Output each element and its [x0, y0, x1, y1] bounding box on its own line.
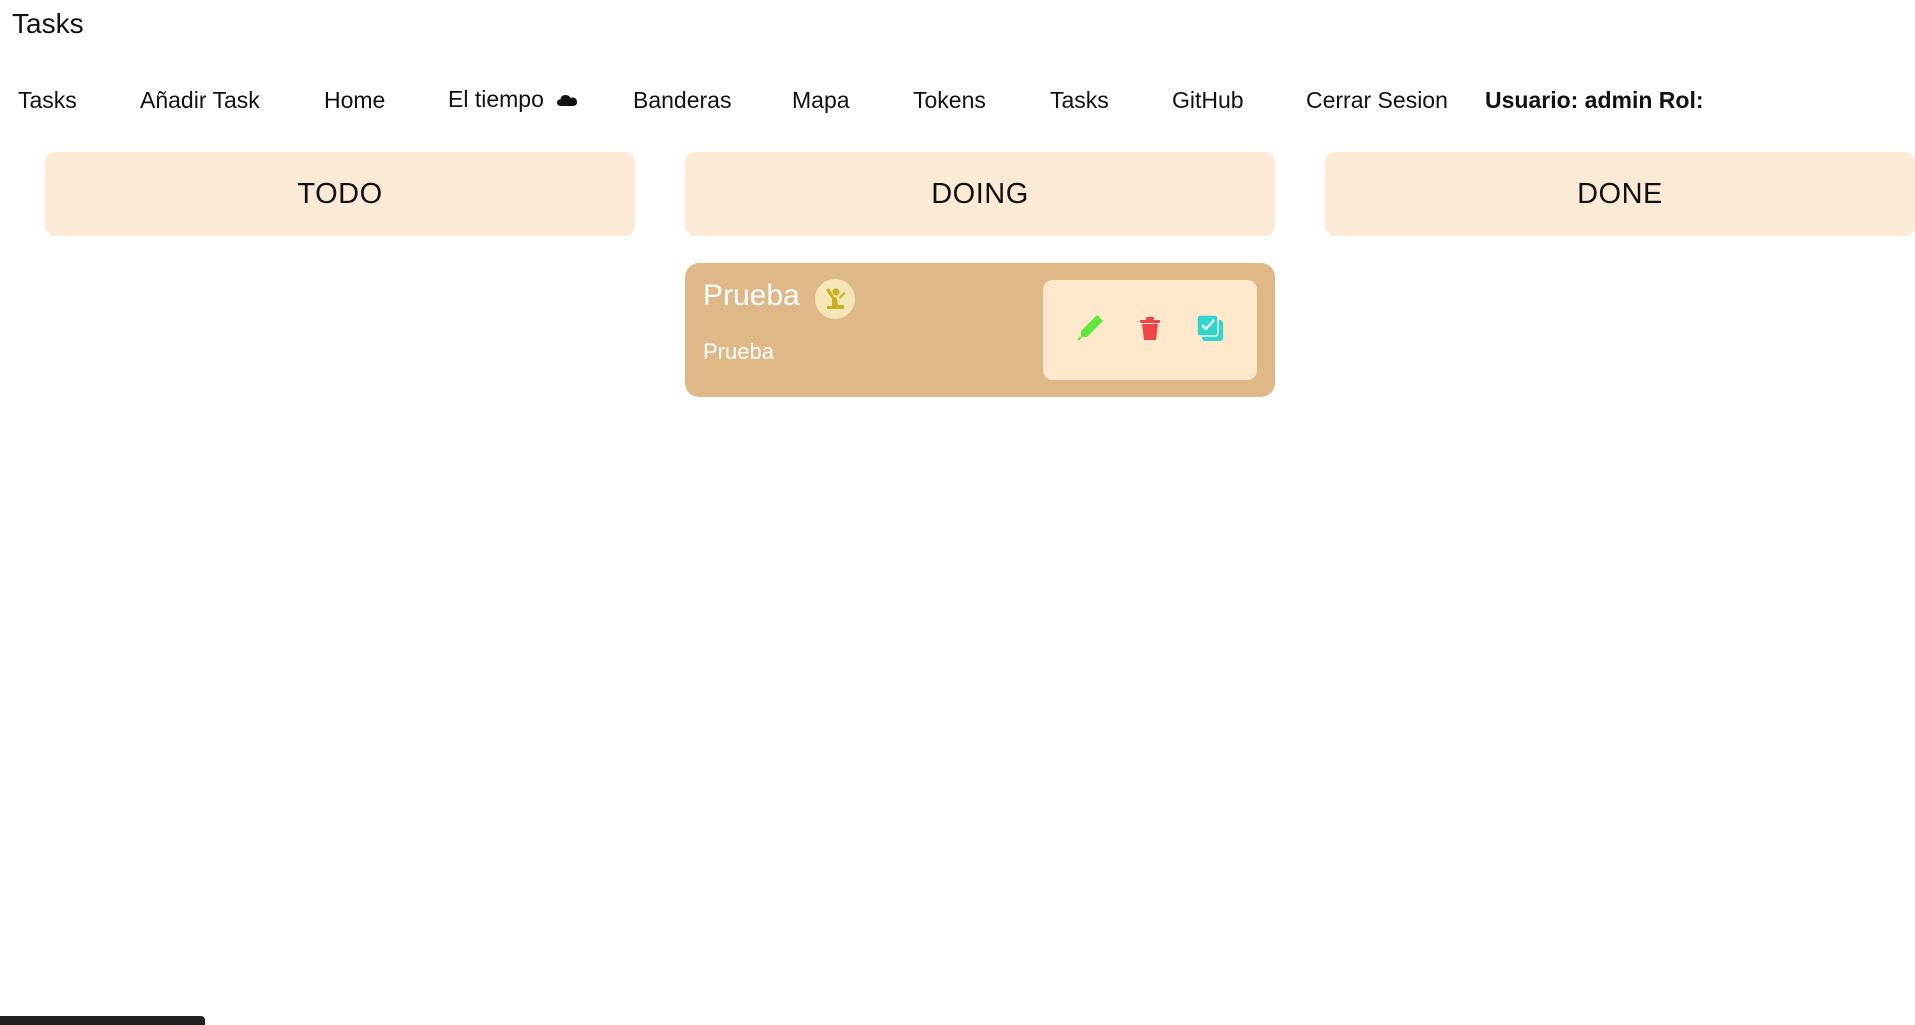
task-title: Prueba	[703, 279, 800, 312]
nav-item-weather[interactable]: El tiempo	[448, 86, 578, 114]
delete-button[interactable]	[1135, 315, 1165, 345]
person-icon	[815, 279, 855, 319]
nav-item-github[interactable]: GitHub	[1172, 87, 1244, 114]
nav-item-weather-label: El tiempo	[448, 85, 544, 112]
cloud-icon	[556, 87, 578, 114]
nav-item-add-task[interactable]: Añadir Task	[140, 87, 260, 114]
nav-item-map[interactable]: Mapa	[792, 87, 850, 114]
bottom-status-bar	[0, 1016, 205, 1025]
user-info: Usuario: admin Rol:	[1485, 86, 1704, 113]
pencil-icon	[1076, 314, 1104, 347]
column-header-doing: DOING	[685, 152, 1275, 236]
edit-button[interactable]	[1075, 314, 1105, 347]
nav-item-tasks[interactable]: Tasks	[18, 87, 77, 114]
nav-item-flags[interactable]: Banderas	[633, 87, 731, 114]
checkbox-icon	[1195, 313, 1225, 348]
nav-item-tokens[interactable]: Tokens	[913, 87, 986, 114]
complete-button[interactable]	[1195, 313, 1225, 348]
nav-item-logout[interactable]: Cerrar Sesion	[1306, 87, 1448, 114]
nav-item-tasks-2[interactable]: Tasks	[1050, 87, 1109, 114]
task-description: Prueba	[703, 339, 774, 364]
task-card[interactable]: Prueba Prueba	[685, 263, 1275, 397]
trash-icon	[1137, 314, 1163, 347]
column-header-done: DONE	[1325, 152, 1915, 236]
nav-item-home[interactable]: Home	[324, 87, 385, 114]
page-title: Tasks	[12, 8, 84, 39]
task-actions	[1043, 280, 1257, 380]
column-header-todo: TODO	[45, 152, 635, 236]
